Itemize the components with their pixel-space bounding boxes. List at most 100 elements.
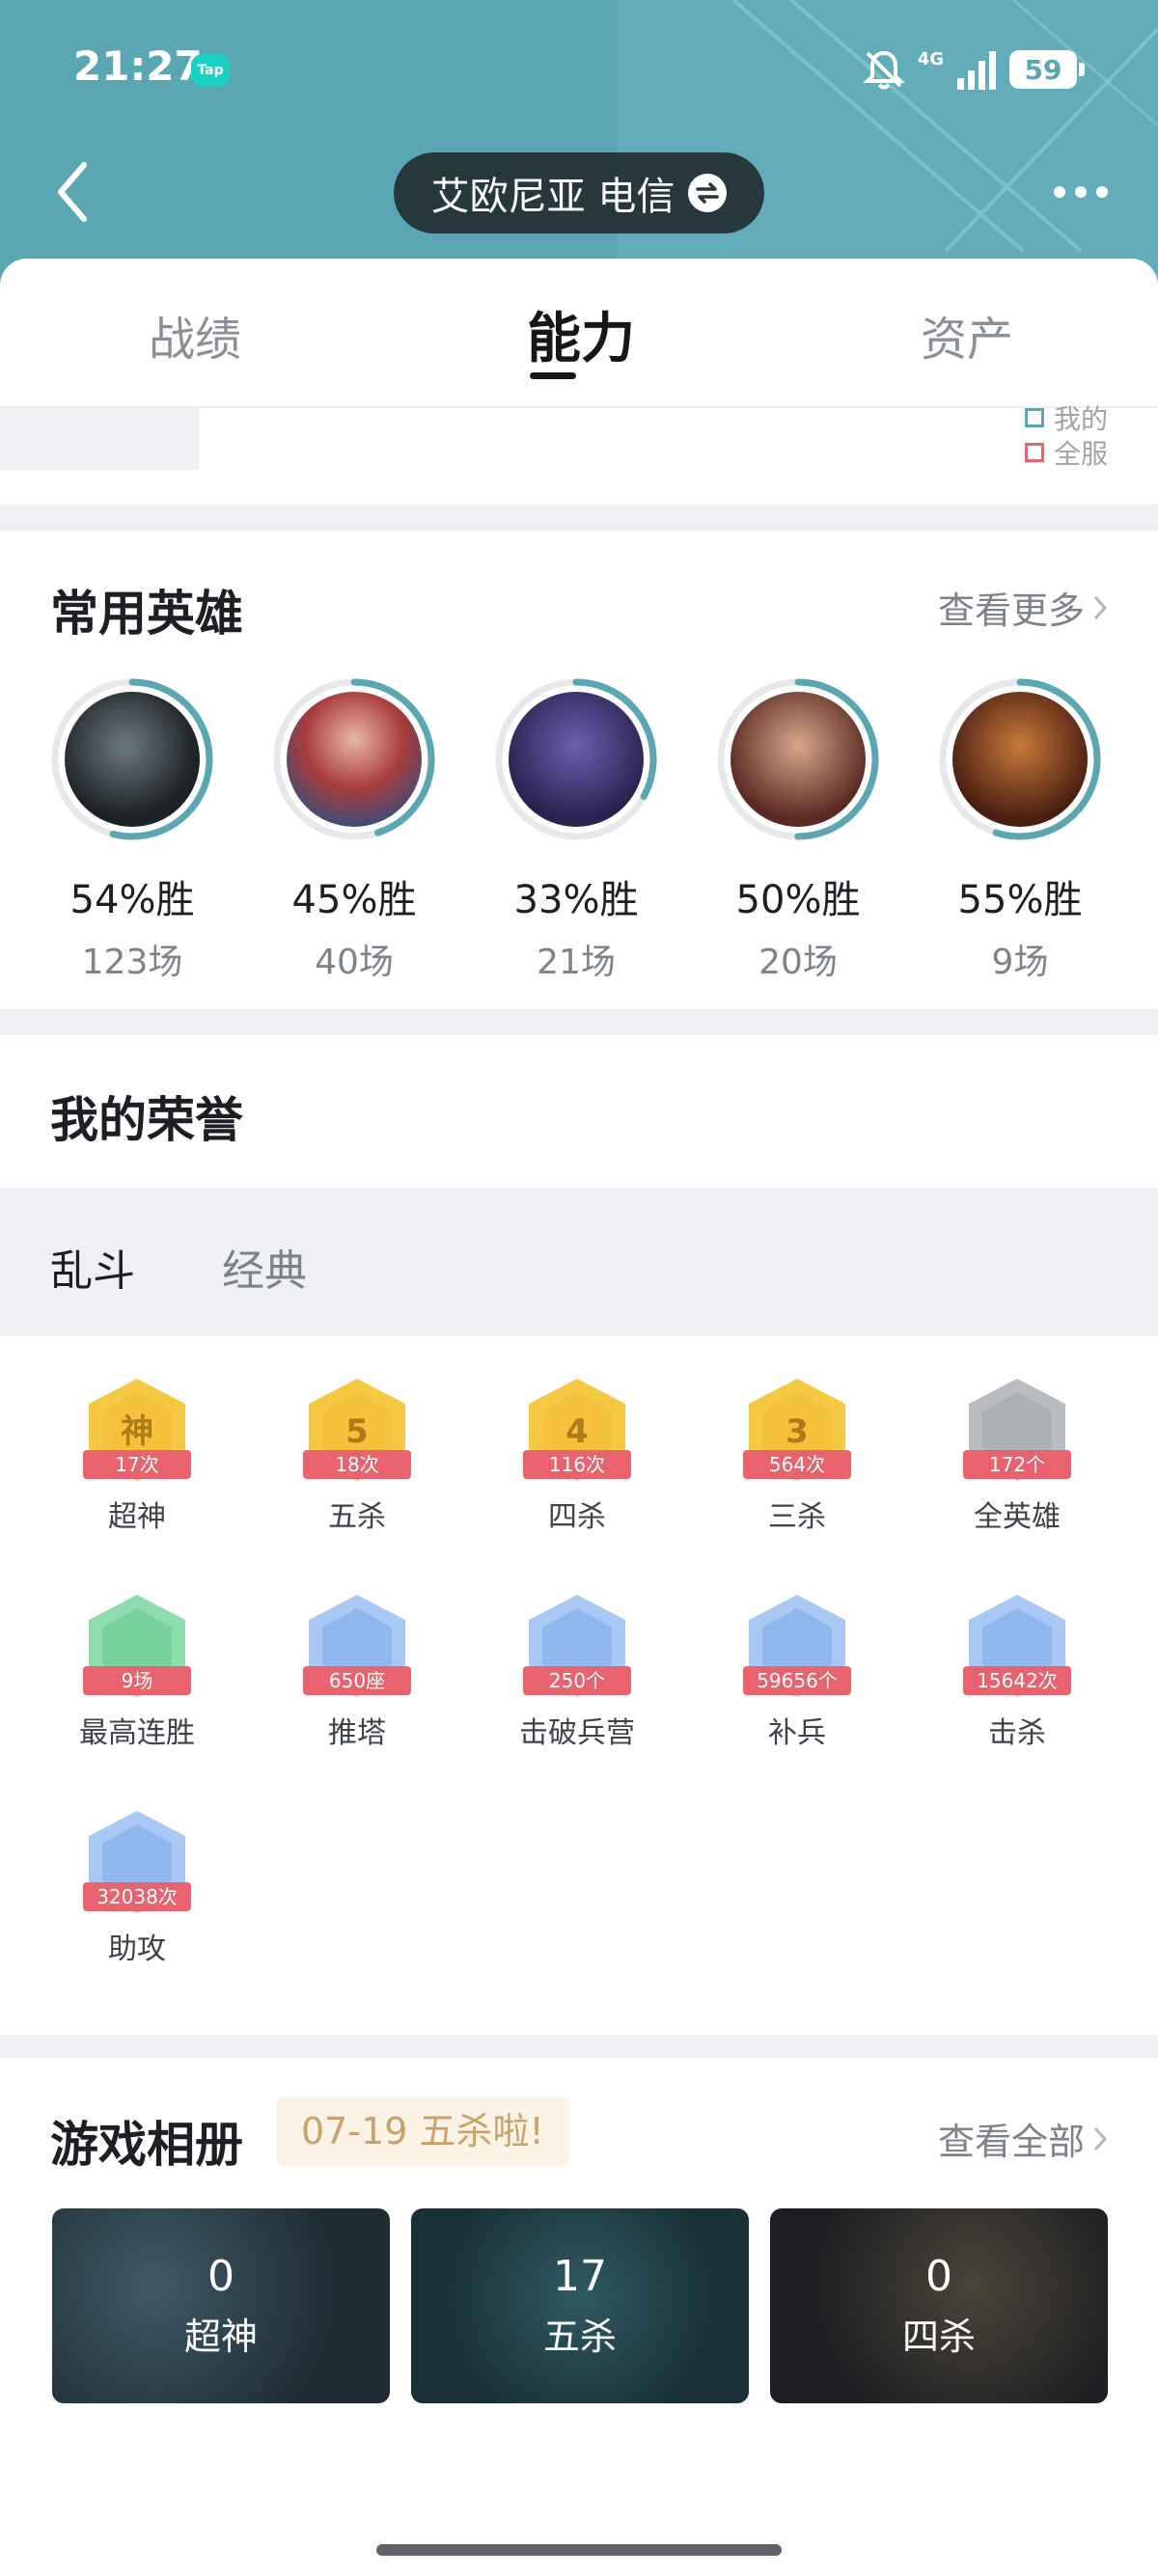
album-count: 17 xyxy=(553,2252,607,2301)
mute-icon xyxy=(862,50,905,90)
honor-badge[interactable]: 9场 最高连胜 xyxy=(26,1591,248,1751)
honor-badge[interactable]: 650座推塔 xyxy=(246,1591,468,1751)
battery-icon: 59 xyxy=(1009,50,1085,89)
hero-portrait xyxy=(287,692,422,827)
badge-label: 补兵 xyxy=(768,1716,826,1750)
honor-badge[interactable]: 250个 击破兵营 xyxy=(466,1591,688,1751)
honor-badge[interactable]: 172个 全英雄 xyxy=(906,1375,1128,1535)
home-indicator[interactable] xyxy=(376,2544,782,2556)
badge-label: 三杀 xyxy=(768,1500,826,1534)
legend-all-server: 全服 xyxy=(1024,433,1108,472)
status-bar: 21:27 Tap 4G 59 xyxy=(0,39,1158,100)
tab-assets[interactable]: 资产 xyxy=(921,301,1013,369)
badge-label: 推塔 xyxy=(328,1716,386,1750)
legend-mine-label: 我的 xyxy=(1053,403,1108,435)
hero-winrate-ring xyxy=(712,673,884,845)
honor-mode-bar: 乱斗 经典 xyxy=(0,1188,1158,1336)
status-icons: 4G 59 xyxy=(862,46,1085,93)
hero-games: 40场 xyxy=(315,943,394,982)
frequent-heroes-section: 常用英雄 查看更多 54%胜 123场 45%胜 40场 33%胜 21场 50%胜 20场 5… xyxy=(0,531,1158,1009)
badge-count: 32038次 xyxy=(83,1882,191,1911)
badge-count: 17次 xyxy=(83,1450,191,1479)
hero-portrait xyxy=(952,692,1088,827)
badge-count: 59656个 xyxy=(743,1666,851,1695)
album-tip-bubble: 07-19 五杀啦! xyxy=(276,2096,569,2166)
badge-label: 击杀 xyxy=(988,1716,1046,1750)
see-more-label: 查看更多 xyxy=(937,589,1085,632)
back-button[interactable] xyxy=(39,158,106,226)
tab-bar: 战绩 能力 资产 xyxy=(0,259,1158,408)
assist-badge-icon: 32038次 xyxy=(77,1807,197,1917)
album-card-godlike[interactable]: 0 超神 xyxy=(52,2208,390,2403)
badge-label: 四杀 xyxy=(548,1500,606,1534)
hero-item[interactable]: 55%胜 9场 xyxy=(909,673,1131,984)
nav-bar: 艾欧尼亚 电信 xyxy=(0,152,1158,235)
tower-badge-icon: 650座 xyxy=(297,1591,417,1701)
badge-glyph: 3 xyxy=(786,1412,809,1451)
tab-ability[interactable]: 能力 xyxy=(527,295,635,373)
badge-count: 9场 xyxy=(83,1666,191,1695)
hero-games: 21场 xyxy=(537,943,616,982)
album-count: 0 xyxy=(207,2252,234,2301)
honor-badge[interactable]: 3 564次三杀 xyxy=(686,1375,908,1535)
minion-badge-icon: 59656个 xyxy=(737,1591,857,1701)
hero-win-rate: 50%胜 xyxy=(735,878,861,922)
tap-app-badge: Tap xyxy=(191,54,230,87)
status-time: 21:27 xyxy=(73,42,203,90)
album-card-pentakill[interactable]: 17 五杀 xyxy=(411,2208,749,2403)
hero-win-rate: 45%胜 xyxy=(291,878,417,922)
album-count: 0 xyxy=(925,2252,952,2301)
badge-label: 助攻 xyxy=(108,1932,166,1966)
hero-item[interactable]: 45%胜 40场 xyxy=(243,673,465,984)
server-name: 艾欧尼亚 电信 xyxy=(430,175,676,219)
quadrakill-badge-icon: 4 116次 xyxy=(517,1375,637,1485)
honor-badge[interactable]: 神 17次 超神 xyxy=(26,1375,248,1535)
badge-count: 564次 xyxy=(743,1450,851,1479)
hero-winrate-ring xyxy=(268,673,440,845)
legend-mine: 我的 xyxy=(1024,398,1108,437)
hero-portrait xyxy=(731,692,866,827)
badge-count: 15642次 xyxy=(963,1666,1071,1695)
mode-tab-classic[interactable]: 经典 xyxy=(222,1236,307,1298)
triplekill-badge-icon: 3 564次 xyxy=(737,1375,857,1485)
hero-list: 54%胜 123场 45%胜 40场 33%胜 21场 50%胜 20场 55%胜 9场 xyxy=(0,673,1158,984)
server-switcher[interactable]: 艾欧尼亚 电信 xyxy=(394,152,764,233)
honor-badge[interactable]: 4 116次四杀 xyxy=(466,1375,688,1535)
album-see-all[interactable]: 查看全部 xyxy=(938,2112,1108,2165)
legend-all-swatch xyxy=(1024,443,1044,462)
more-icon[interactable] xyxy=(1042,158,1119,226)
see-all-label: 查看全部 xyxy=(937,2121,1085,2163)
badge-count: 18次 xyxy=(303,1450,411,1479)
badge-count: 250个 xyxy=(523,1666,631,1695)
album-type: 超神 xyxy=(183,2316,258,2358)
kill-badge-icon: 15642次 xyxy=(957,1591,1077,1701)
hero-win-rate: 54%胜 xyxy=(69,878,195,922)
honor-badge[interactable]: 15642次击杀 xyxy=(906,1591,1128,1751)
honor-badge[interactable]: 5 18次五杀 xyxy=(246,1375,468,1535)
hero-item[interactable]: 50%胜 20场 xyxy=(687,673,909,984)
album-type: 五杀 xyxy=(542,2316,617,2358)
section-title-heroes: 常用英雄 xyxy=(50,586,243,642)
hero-winrate-ring xyxy=(934,673,1106,845)
album-card-quadrakill[interactable]: 0 四杀 xyxy=(770,2208,1108,2403)
album-grid: 0 超神 17 五杀 0 四杀 xyxy=(52,2208,1108,2403)
chevron-right-icon xyxy=(1093,2126,1108,2151)
hero-item[interactable]: 33%胜 21场 xyxy=(465,673,687,984)
hero-games: 123场 xyxy=(81,943,183,982)
album-type: 四杀 xyxy=(901,2316,976,2358)
hero-games: 9场 xyxy=(991,943,1049,982)
network-label: 4G xyxy=(917,48,944,69)
honor-badge[interactable]: 32038次助攻 xyxy=(26,1807,248,1967)
back-icon xyxy=(58,162,87,222)
signal-icon xyxy=(957,51,996,90)
badge-glyph: 5 xyxy=(345,1412,369,1451)
heroes-see-more[interactable]: 查看更多 xyxy=(938,581,1108,634)
hero-win-rate: 55%胜 xyxy=(957,878,1083,922)
inhibitor-badge-icon: 250个 xyxy=(517,1591,637,1701)
chevron-right-icon xyxy=(1093,595,1108,619)
hero-item[interactable]: 54%胜 123场 xyxy=(21,673,243,984)
mode-tab-brawl[interactable]: 乱斗 xyxy=(50,1236,135,1298)
tab-record[interactable]: 战绩 xyxy=(149,301,241,369)
badge-label: 五杀 xyxy=(328,1500,386,1534)
honor-badge[interactable]: 59656个补兵 xyxy=(686,1591,908,1751)
